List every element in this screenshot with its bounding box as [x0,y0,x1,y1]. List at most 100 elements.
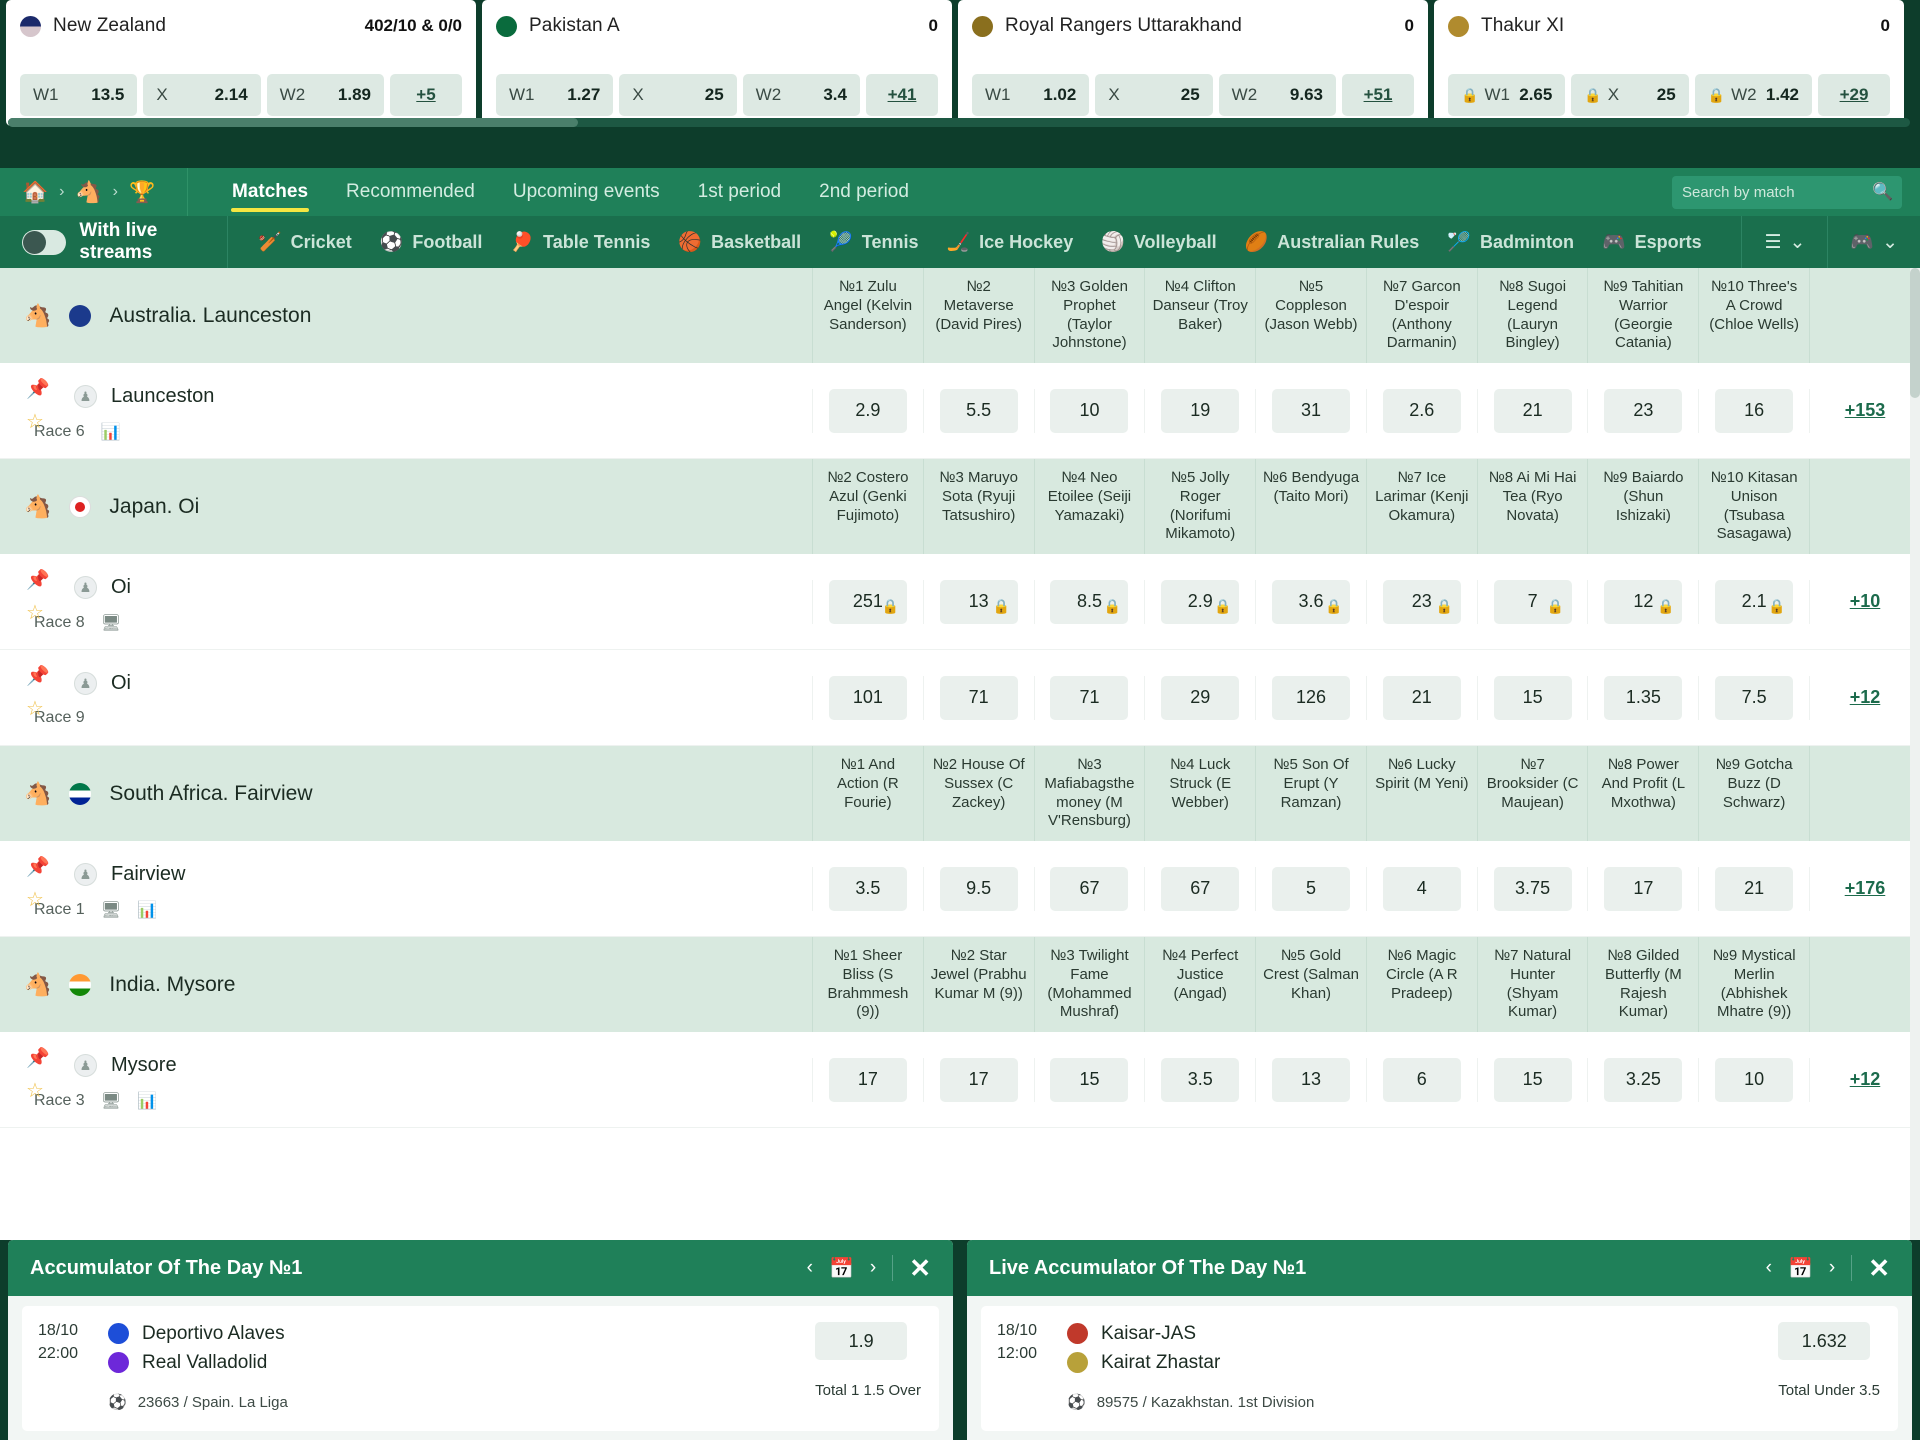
race-event-row[interactable]: 📌 ☆ ♟ Launceston Race 6 📊 2.9 5.5 10 19 … [0,363,1920,459]
odds-cell[interactable]: 23 [1587,388,1698,433]
pin-icon[interactable]: 📌 [26,377,50,401]
odds-button[interactable]: 3.5 [828,866,907,911]
odds-button[interactable]: 5.5 [939,388,1018,433]
next-day-button[interactable]: › [1829,1257,1835,1279]
odds-cell[interactable]: 71 [922,675,1034,720]
odds-cell[interactable]: 🔒 251 [812,579,923,624]
odds-button[interactable]: 15 [1050,1057,1129,1102]
close-icon[interactable]: ✕ [909,1253,931,1284]
stream-icon[interactable]: 🖥 [101,900,121,920]
odds-button[interactable]: 126 [1272,675,1351,720]
odds-button[interactable]: 23 [1604,388,1683,433]
prev-day-button[interactable]: ‹ [1766,1257,1772,1279]
odds-cell[interactable]: 9.5 [922,866,1034,911]
favorite-star-icon[interactable]: ☆ [26,887,44,912]
odds-cell[interactable]: 101 [812,675,923,720]
table-scrollbar-thumb[interactable] [1910,268,1920,398]
pin-icon[interactable]: 📌 [26,855,50,879]
odds-button[interactable]: 15 [1493,1057,1572,1102]
odds-cell[interactable]: 4 [1365,866,1477,911]
sport-esports[interactable]: 🎮 Esports [1588,216,1716,268]
odds-button[interactable]: 3.75 [1493,866,1572,911]
search-icon[interactable]: 🔍 [1872,182,1893,202]
more-markets-button[interactable]: +41 [865,74,938,116]
next-day-button[interactable]: › [870,1257,876,1279]
odds-button[interactable]: 🔒 X 25 [1571,74,1689,116]
odds-cell[interactable]: 21 [1698,866,1811,911]
odds-cell[interactable]: 3.75 [1476,866,1588,911]
sport-volleyball[interactable]: 🏐 Volleyball [1087,216,1230,268]
more-markets-link[interactable]: +176 [1845,878,1886,899]
odds-cell[interactable]: 126 [1255,675,1366,720]
favorite-star-icon[interactable]: ☆ [26,696,44,721]
table-scrollbar[interactable] [1910,268,1920,1240]
odds-button[interactable]: 10 [1715,1057,1794,1102]
more-markets-button[interactable]: +5 [389,74,462,116]
odds-cell[interactable]: 🔒 7 [1476,579,1588,624]
odds-button[interactable]: 6 [1382,1057,1461,1102]
favorite-star-icon[interactable]: ☆ [26,1078,44,1103]
live-streams-toggle[interactable] [22,229,67,255]
live-strip-scrollbar-thumb[interactable] [8,118,578,127]
close-icon[interactable]: ✕ [1868,1253,1890,1284]
odds-cell[interactable]: 1.35 [1587,675,1698,720]
odds-button[interactable]: 9.5 [939,866,1018,911]
odds-button[interactable]: 31 [1272,388,1351,433]
prev-day-button[interactable]: ‹ [807,1257,813,1279]
stream-icon[interactable]: 🖥 [101,1091,121,1111]
sport-badminton[interactable]: 🏸 Badminton [1433,216,1588,268]
odds-button[interactable]: 71 [1050,675,1129,720]
favorite-star-icon[interactable]: ☆ [26,600,44,625]
odds-button[interactable]: 17 [1604,866,1683,911]
odds-button[interactable]: 101 [828,675,907,720]
odds-button[interactable]: 29 [1161,675,1240,720]
calendar-icon[interactable]: 📅 [829,1256,854,1281]
home-icon[interactable]: 🏠 [22,182,48,203]
odds-cell[interactable]: 67 [1033,866,1145,911]
odds-button[interactable]: W1 1.27 [496,74,614,116]
odds-cell[interactable]: 17 [812,1057,923,1102]
odds-button[interactable]: 17 [939,1057,1018,1102]
odds-cell[interactable]: 🔒 8.5 [1033,579,1145,624]
odds-button[interactable]: 🔒 W1 2.65 [1448,74,1566,116]
odds-button[interactable]: 5 [1272,866,1351,911]
race-group-header[interactable]: 🐴 South Africa. Fairview №1 And Action (… [0,746,1920,841]
esports-view-control[interactable]: 🎮 ⌄ [1827,216,1920,268]
race-group-header[interactable]: 🐴 Japan. Oi №2 Costero Azul (Genki Fujim… [0,459,1920,554]
odds-button[interactable]: 2.6 [1382,388,1461,433]
odds-button[interactable]: 3.5 [1161,1057,1240,1102]
odds-cell[interactable]: 🔒 3.6 [1255,579,1366,624]
odds-button[interactable]: W2 1.89 [266,74,384,116]
horse-racing-icon[interactable]: 🐴 [75,182,101,203]
sport-ice-hockey[interactable]: 🏒 Ice Hockey [932,216,1087,268]
sport-cricket[interactable]: 🏏 Cricket [244,216,366,268]
calendar-icon[interactable]: 📅 [1788,1256,1813,1281]
sport-tennis[interactable]: 🎾 Tennis [815,216,932,268]
tab-1st-period[interactable]: 1st period [679,168,800,216]
odds-button[interactable]: 67 [1050,866,1129,911]
more-markets-cell[interactable]: +153 [1810,363,1920,458]
odds-button[interactable]: 10 [1050,388,1129,433]
odds-button[interactable]: 4 [1382,866,1461,911]
tab-recommended[interactable]: Recommended [327,168,494,216]
search-input[interactable] [1682,183,1872,201]
odds-button[interactable]: W2 9.63 [1218,74,1336,116]
race-event-row[interactable]: 📌 ☆ ♟ Oi Race 9 101 71 71 29 126 21 15 1… [0,650,1920,746]
odds-button[interactable]: 1.35 [1604,675,1683,720]
sport-australian-rules[interactable]: 🏉 Australian Rules [1231,216,1434,268]
odds-cell[interactable]: 15 [1476,1057,1588,1102]
more-markets-link[interactable]: +10 [1850,591,1881,612]
live-match-card[interactable]: Pakistan A 0 W1 1.27 X 25 W2 3.4 +41 [482,0,952,126]
odds-button[interactable]: W1 13.5 [20,74,138,116]
odds-cell[interactable]: 15 [1033,1057,1145,1102]
stats-icon[interactable]: 📊 [137,1091,157,1111]
odds-button[interactable]: W2 3.4 [742,74,860,116]
pin-icon[interactable]: 📌 [26,1046,50,1070]
trophy-icon[interactable]: 🏆 [129,182,155,203]
odds-cell[interactable]: 67 [1144,866,1255,911]
odds-cell[interactable]: 🔒 12 [1587,579,1698,624]
odds-cell[interactable]: 13 [1255,1057,1366,1102]
odds-cell[interactable]: 15 [1476,675,1588,720]
more-markets-cell[interactable]: +10 [1810,554,1920,649]
pin-icon[interactable]: 📌 [26,568,50,592]
